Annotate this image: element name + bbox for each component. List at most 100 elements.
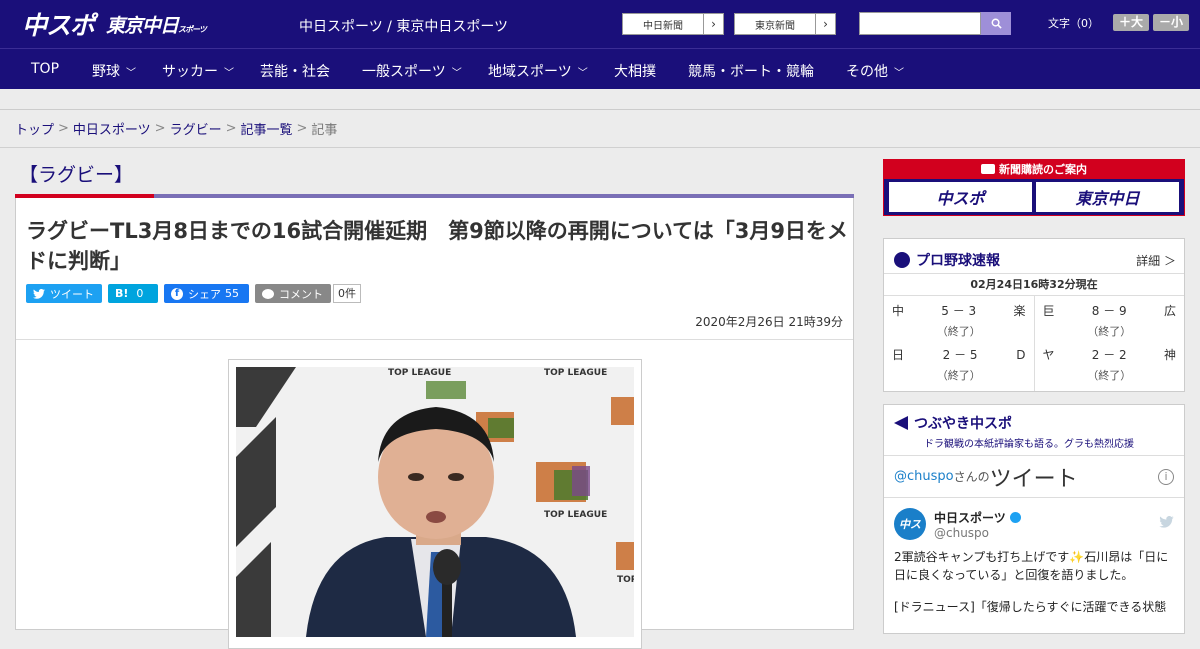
game-status: （終了） — [1087, 369, 1132, 382]
chevron-right-icon: › — [703, 14, 723, 34]
twitter-bird-icon — [1159, 515, 1174, 532]
subscription-promo: 新聞購読のご案内 中スポ 東京中日 — [883, 159, 1185, 216]
game-row[interactable]: 日 2 － 5 D — [892, 344, 1026, 366]
twitter-san: さんの — [953, 470, 990, 484]
press-conference-photo: TOP LEAGUE TOP LEAGUE TOP LEAGUE TOP LE — [236, 367, 634, 637]
site-links[interactable]: 中日スポーツ / 東京中日スポーツ — [299, 16, 508, 36]
away-team: 神 — [1163, 348, 1176, 362]
baseball-scores-box: プロ野球速報 詳細 ＞ 02月24日16時32分現在 中 5 － 3 楽 （終了… — [883, 238, 1185, 392]
nav-sumo[interactable]: 大相撲 — [614, 61, 656, 81]
twitter-box-header: つぶやき中スポ ドラ観戦の本紙評論家も語る。グラも熱烈応援 — [884, 405, 1184, 450]
tweet[interactable]: 中ス 中日スポーツ @chuspo 2軍読谷キャンプも打ち上げです✨石川昂は「日… — [884, 498, 1184, 626]
nav-baseball[interactable]: 野球 ﹀ — [92, 61, 136, 81]
nav-label: 野球 — [92, 64, 120, 80]
share-buttons: ツイート B! 0 f シェア 55 コメント 0件 — [16, 276, 853, 303]
nav-general-sports[interactable]: 一般スポーツ ﹀ — [362, 61, 462, 81]
twitter-box: つぶやき中スポ ドラ観戦の本紙評論家も語る。グラも熱烈応援 @chuspo さん… — [883, 404, 1185, 634]
ext-button-label: 東京新聞 — [755, 20, 795, 32]
score: 8 － 9 — [1091, 304, 1127, 318]
chevron-down-icon: ﹀ — [451, 67, 462, 79]
baseball-detail-link[interactable]: 詳細 ＞ — [1136, 252, 1176, 269]
score: 2 － 5 — [942, 348, 978, 362]
tokyo-shimbun-button[interactable]: 東京新聞 › — [734, 13, 836, 35]
photo-logo-text: TOP LEAGUE — [544, 368, 607, 378]
photo-logo-text: TOP LEAGUE — [388, 368, 451, 378]
photo-logo-text: TOP LEAGUE — [544, 510, 607, 520]
hatena-bookmark-button[interactable]: B! 0 — [108, 284, 158, 303]
subscribe-tokyo-chunichi-button[interactable]: 東京中日 — [1036, 182, 1179, 212]
chevron-down-icon: ﹀ — [894, 67, 904, 79]
info-icon[interactable]: i — [1158, 468, 1174, 485]
chevron-down-icon: ﹀ — [224, 67, 234, 79]
megaphone-icon — [894, 416, 908, 430]
breadcrumb-article-list[interactable]: 記事一覧 — [241, 119, 293, 138]
game-row[interactable]: ヤ 2 － 2 神 — [1043, 344, 1177, 366]
away-team: D — [1016, 348, 1026, 362]
chunichi-shimbun-button[interactable]: 中日新聞 › — [622, 13, 724, 35]
breadcrumb-rugby[interactable]: ラグビー — [170, 119, 222, 138]
nav-label: サッカー — [162, 64, 218, 80]
score-column: 巨 8 － 9 広 （終了） ヤ 2 － 2 神 （終了） — [1033, 296, 1185, 391]
breadcrumb-top[interactable]: トップ — [15, 119, 54, 138]
article-photo[interactable]: TOP LEAGUE TOP LEAGUE TOP LEAGUE TOP LE — [236, 367, 634, 637]
nav-soccer[interactable]: サッカー ﹀ — [162, 61, 234, 81]
hatena-icon: B! — [115, 287, 129, 300]
chevron-down-icon: ﹀ — [577, 67, 588, 79]
score: 5 － 3 — [941, 304, 977, 318]
logo-tokyo-small: スポーツ — [178, 24, 207, 34]
facebook-label: シェア — [188, 287, 221, 301]
breadcrumb-chunichi-sports[interactable]: 中日スポーツ — [73, 119, 151, 138]
nav-keiba[interactable]: 競馬・ボート・競輪 — [688, 61, 814, 81]
twitter-handle-link[interactable]: @chuspo — [894, 469, 954, 484]
nav-other[interactable]: その他 ﹀ — [846, 61, 904, 81]
tweet-user-handle: @chuspo — [934, 525, 990, 540]
subscribe-chuspo-button[interactable]: 中スポ — [889, 182, 1032, 212]
speech-bubble-icon — [262, 288, 274, 299]
breadcrumb-separator: > — [154, 121, 166, 136]
home-team: 巨 — [1042, 304, 1055, 318]
twitter-embed: @chuspo さんの ツイート i 中ス 中日スポーツ @chuspo 2軍読… — [884, 455, 1184, 626]
logo-tokyo-text: 東京中日 — [106, 14, 179, 37]
promo-title: 新聞購読のご案内 — [884, 160, 1184, 179]
font-larger-button[interactable]: ＋大 — [1113, 14, 1150, 31]
breadcrumb-separator: > — [296, 121, 308, 136]
game-row[interactable]: 巨 8 － 9 広 — [1043, 300, 1177, 322]
away-team: 楽 — [1013, 304, 1026, 318]
nav-entertainment[interactable]: 芸能・社会 — [260, 61, 330, 81]
tweet-button[interactable]: ツイート — [26, 284, 102, 303]
search-input[interactable] — [859, 12, 981, 35]
baseball-timestamp: 02月24日16時32分現在 — [884, 273, 1184, 295]
comment-label: コメント — [279, 287, 323, 301]
tweet-user-name-block: 中日スポーツ @chuspo — [934, 509, 1021, 540]
font-size-label: 文字（0） — [1048, 16, 1099, 30]
verified-badge-icon — [1009, 511, 1021, 523]
tweet-user: 中ス 中日スポーツ @chuspo — [894, 508, 1174, 540]
breadcrumb: トップ > 中日スポーツ > ラグビー > 記事一覧 > 記事 — [0, 110, 1200, 148]
nav-local-sports[interactable]: 地域スポーツ ﹀ — [488, 61, 588, 81]
facebook-share-button[interactable]: f シェア 55 — [164, 284, 249, 303]
promo-buttons: 中スポ 東京中日 — [884, 179, 1184, 215]
breadcrumb-current: 記事 — [311, 123, 338, 138]
game-status: （終了） — [936, 369, 981, 382]
main-content: 【ラグビー】 ラグビーTL3月8日までの16試合開催延期 第9節以降の再開につい… — [15, 150, 854, 649]
score-column: 中 5 － 3 楽 （終了） 日 2 － 5 D （終了） — [884, 296, 1034, 391]
game-row[interactable]: 中 5 － 3 楽 — [892, 300, 1026, 322]
nav-label: 大相撲 — [614, 64, 656, 80]
twitter-embed-header: @chuspo さんの ツイート i — [884, 456, 1184, 498]
search-button[interactable] — [981, 12, 1011, 35]
away-team: 広 — [1163, 304, 1176, 318]
home-team: ヤ — [1042, 348, 1055, 362]
breadcrumb-separator: > — [58, 121, 69, 136]
nav-top[interactable]: TOP — [31, 61, 59, 77]
comment-count[interactable]: 0件 — [333, 284, 361, 303]
font-size-control: 文字（0） ＋大 －小 — [1048, 14, 1190, 31]
tweet-label: ツイート — [50, 287, 94, 301]
avatar[interactable]: 中ス — [894, 508, 926, 540]
font-smaller-button[interactable]: －小 — [1153, 14, 1190, 31]
facebook-count: 55 — [225, 287, 239, 300]
comment-button[interactable]: コメント — [255, 284, 331, 303]
nav-label: TOP — [31, 61, 60, 77]
tweet-user-name: 中日スポーツ — [934, 510, 1006, 525]
site-logo[interactable]: 中スポ 東京中日スポーツ — [22, 6, 207, 42]
logo-tokyo-chunichi: 東京中日スポーツ — [106, 11, 207, 38]
